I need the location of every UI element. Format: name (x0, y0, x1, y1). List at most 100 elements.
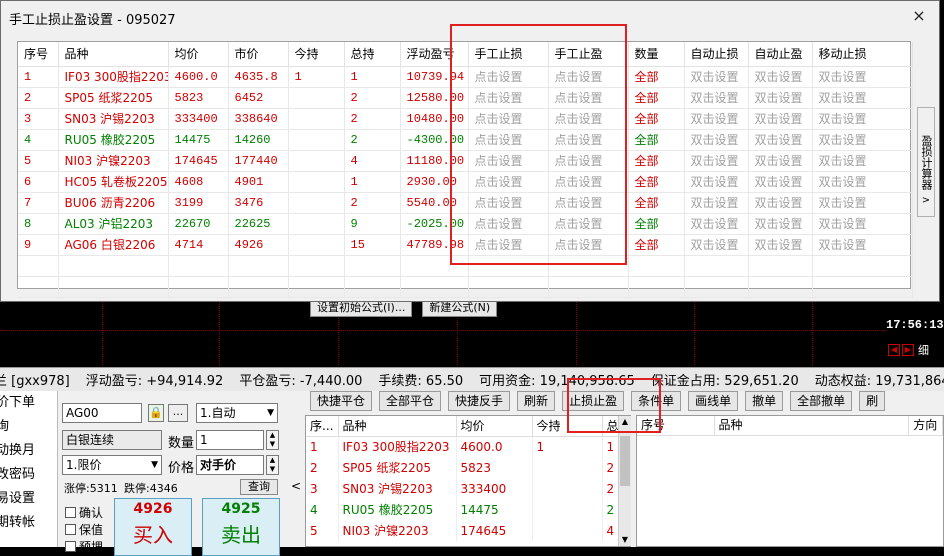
cell-astop[interactable]: 双击设置 (684, 108, 749, 130)
cell-trail[interactable]: 双击设置 (812, 108, 913, 130)
positions-col-header[interactable]: 品种 (338, 416, 457, 437)
table-row[interactable]: 3 SN03 沪锡2203 333400 338640 2 10480.00 点击设置 点击设… (18, 108, 913, 130)
menu-item-password[interactable]: 改密码 (0, 463, 57, 487)
dialog-col-header[interactable]: 移动止损 (812, 42, 913, 67)
cancel-button[interactable]: 撤单 (745, 391, 784, 411)
table-row[interactable]: 8 AL03 沪铝2203 22670 22625 9 -2025.00 点击设置 点击设置全… (18, 213, 913, 235)
cell-stop[interactable]: 点击设置 (468, 129, 549, 151)
cell-take[interactable]: 点击设置 (548, 129, 629, 151)
cell-atake[interactable]: 双击设置 (748, 192, 813, 214)
cell-astop[interactable]: 双击设置 (684, 66, 749, 88)
chevron-right-icon[interactable]: > (917, 195, 935, 217)
chevron-up-icon[interactable]: ▲ (619, 416, 631, 428)
cell-trail[interactable]: 双击设置 (812, 234, 913, 256)
cell-qty[interactable]: 全部 (628, 192, 685, 214)
cell-trail[interactable]: 双击设置 (812, 213, 913, 235)
lock-icon[interactable]: 🔒 (148, 404, 164, 422)
cell-atake[interactable]: 双击设置 (748, 108, 813, 130)
cell-trail[interactable]: 双击设置 (812, 129, 913, 151)
cell-stop[interactable]: 点击设置 (468, 108, 549, 130)
dialog-col-header[interactable]: 手工止盈 (548, 42, 629, 67)
close-all-button[interactable]: 全部平仓 (379, 391, 442, 411)
cell-take[interactable]: 点击设置 (548, 150, 629, 172)
prev-icon[interactable]: ◀ (888, 344, 900, 356)
table-row[interactable]: 2 SP05 纸浆2205 5823 2 (306, 457, 619, 478)
table-row[interactable]: 2 SP05 纸浆2205 5823 6452 2 12580.00 点击设置 点击设置 全部双… (18, 87, 913, 109)
table-row[interactable]: 3 SN03 沪锡2203 333400 2 (306, 478, 619, 499)
positions-scrollbar[interactable]: ▲ ▼ (618, 416, 631, 546)
positions-col-header[interactable]: 今持 (532, 416, 603, 437)
cell-qty[interactable]: 全部 (628, 108, 685, 130)
cell-trail[interactable]: 双击设置 (812, 171, 913, 193)
price-stepper[interactable]: ▲ ▼ (266, 455, 279, 475)
line-order-button[interactable]: 画线单 (688, 391, 739, 411)
scrollbar-thumb[interactable] (620, 436, 630, 486)
next-icon[interactable]: ▶ (902, 344, 914, 356)
positions-col-header[interactable]: 均价 (456, 416, 533, 437)
cell-qty[interactable]: 全部 (628, 171, 685, 193)
cancel-all-button[interactable]: 全部撤单 (790, 391, 853, 411)
dialog-col-header[interactable]: 自动止盈 (748, 42, 813, 67)
cell-stop[interactable]: 点击设置 (468, 192, 549, 214)
positions-col-header[interactable]: 总 (602, 416, 619, 437)
cell-take[interactable]: 点击设置 (548, 108, 629, 130)
cell-stop[interactable]: 点击设置 (468, 66, 549, 88)
dialog-col-header[interactable]: 浮动盈亏 (400, 42, 469, 67)
cell-qty[interactable]: 全部 (628, 234, 685, 256)
close-icon[interactable]: × (907, 6, 931, 26)
more-button[interactable]: ... (168, 404, 188, 422)
cell-take[interactable]: 点击设置 (548, 66, 629, 88)
cell-atake[interactable]: 双击设置 (748, 213, 813, 235)
chevron-down-icon[interactable]: ▼ (619, 534, 631, 546)
dialog-col-header[interactable]: 今持 (288, 42, 345, 67)
dialog-col-header[interactable]: 自动止损 (684, 42, 749, 67)
table-row[interactable]: 4 RU05 橡胶2205 14475 14260 2 -4300.00 点击设置 点击设置全… (18, 129, 913, 151)
menu-item-transfer[interactable]: 期转帐 (0, 511, 57, 535)
cell-stop[interactable]: 点击设置 (468, 213, 549, 235)
mode-select[interactable]: 1.自动 ▼ (196, 403, 278, 423)
cell-atake[interactable]: 双击设置 (748, 150, 813, 172)
cell-take[interactable]: 点击设置 (548, 234, 629, 256)
table-row[interactable]: 6 HC05 轧卷板2205 4608 4901 1 2930.00 点击设置 点击设置 全部双… (18, 171, 913, 193)
dialog-col-header[interactable]: 总持 (344, 42, 401, 67)
table-row[interactable]: 1 IF03 300股指2203 4600.0 4635.8 1 1 10739.94 点击设… (18, 66, 913, 88)
cell-trail[interactable]: 双击设置 (812, 87, 913, 109)
quick-close-button[interactable]: 快捷平仓 (310, 391, 373, 411)
cell-stop[interactable]: 点击设置 (468, 234, 549, 256)
cell-qty[interactable]: 全部 (628, 150, 685, 172)
refresh-extra-button[interactable]: 刷 (859, 391, 886, 411)
detail-label[interactable]: 细 (918, 342, 929, 358)
orders-col-dir[interactable]: 方向 (909, 416, 943, 435)
dialog-col-header[interactable]: 手工止损 (468, 42, 549, 67)
buy-button[interactable]: 4926 买入 (114, 498, 192, 556)
table-row[interactable]: 5 NI03 沪镍2203 174645 4 (306, 520, 619, 541)
confirm-checkbox[interactable]: 确认 (65, 504, 103, 521)
cell-take[interactable]: 点击设置 (548, 87, 629, 109)
menu-item-settings[interactable]: 易设置 (0, 487, 57, 511)
table-row[interactable]: 7 BU06 沥青2206 3199 3476 2 5540.00 点击设置 点击设置 全部 双击… (18, 192, 913, 214)
dialog-col-header[interactable]: 数量 (628, 42, 685, 67)
table-row[interactable]: 1 IF03 300股指2203 4600.0 1 1 (306, 436, 619, 457)
table-row[interactable]: 9 AG06 白银2206 4714 4926 15 47789.98 点击设置 点击设置 全部… (18, 234, 913, 256)
cell-stop[interactable]: 点击设置 (468, 171, 549, 193)
cell-qty[interactable]: 全部 (628, 129, 685, 151)
cell-stop[interactable]: 点击设置 (468, 150, 549, 172)
contract-input[interactable]: AG00 (62, 403, 142, 423)
conditional-order-button[interactable]: 条件单 (631, 391, 682, 411)
cell-astop[interactable]: 双击设置 (684, 213, 749, 235)
sell-button[interactable]: 4925 卖出 (202, 498, 280, 556)
dialog-col-header[interactable]: 市价 (228, 42, 289, 67)
cell-astop[interactable]: 双击设置 (684, 192, 749, 214)
cell-trail[interactable]: 双击设置 (812, 150, 913, 172)
price-input[interactable]: 对手价 (196, 455, 264, 475)
stop-loss-button[interactable]: 止损止盈 (562, 391, 625, 411)
cell-astop[interactable]: 双击设置 (684, 87, 749, 109)
refresh-button[interactable]: 刷新 (517, 391, 556, 411)
cell-atake[interactable]: 双击设置 (748, 171, 813, 193)
cell-atake[interactable]: 双击设置 (748, 129, 813, 151)
cell-qty[interactable]: 全部 (628, 66, 685, 88)
cell-take[interactable]: 点击设置 (548, 192, 629, 214)
price-type-select[interactable]: 1.限价 ▼ (62, 455, 162, 475)
orders-col-name[interactable]: 品种 (715, 416, 910, 435)
table-row[interactable]: 5 NI03 沪镍2203 174645 177440 4 11180.00 点击设置 点击设… (18, 150, 913, 172)
